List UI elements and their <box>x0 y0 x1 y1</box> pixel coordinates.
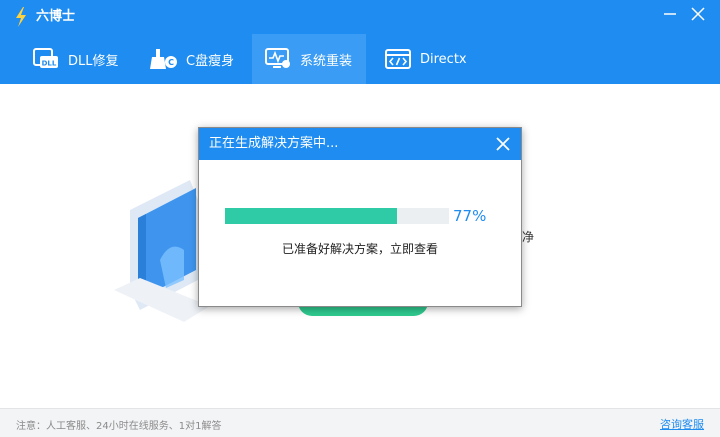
background-partial-text: 净 <box>522 230 535 244</box>
tab-label: DLL修复 <box>68 53 119 69</box>
dialog-title: 正在生成解决方案中... <box>209 136 339 151</box>
status-text: 已准备好解决方案，立即查看 <box>281 242 438 256</box>
svg-text:DLL: DLL <box>42 60 57 68</box>
footer-bar: 注意：人工客服、24小时在线服务、1对1解答 咨询客服 <box>0 408 720 437</box>
svg-text:C: C <box>168 58 174 67</box>
dll-icon: DLL <box>33 48 58 68</box>
progress-dialog: 正在生成解决方案中... 77% 已准备好解决方案，立即查看 <box>198 127 522 307</box>
consult-service-link[interactable]: 咨询客服 <box>660 416 704 432</box>
tab-dll-repair[interactable]: DLL DLL修复 <box>30 34 140 84</box>
minimize-icon[interactable] <box>660 4 680 24</box>
progress-bar <box>225 208 449 224</box>
tab-label: C盘瘦身 <box>186 53 235 69</box>
main-tabs: DLL DLL修复 C C盘瘦身 系统重装 Directx <box>0 34 720 84</box>
tab-c-drive-cleanup[interactable]: C C盘瘦身 <box>146 34 252 84</box>
app-title: 六博士 <box>36 9 76 24</box>
directx-icon <box>385 49 411 69</box>
tab-system-reinstall[interactable]: 系统重装 <box>252 34 366 84</box>
dialog-header: 正在生成解决方案中... <box>199 128 521 160</box>
lightning-logo-icon <box>16 7 26 27</box>
tab-directx[interactable]: Directx <box>380 34 480 84</box>
app-header: 六博士 DLL DLL修复 C C盘瘦身 系统重装 Directx <box>0 0 720 84</box>
tab-label: Directx <box>420 51 467 67</box>
close-window-icon[interactable] <box>688 4 708 24</box>
progress-percent: 77% <box>453 207 487 225</box>
broom-icon: C <box>150 49 177 69</box>
monitor-icon <box>265 48 290 68</box>
progress-bar-fill <box>225 208 398 224</box>
close-icon[interactable] <box>493 134 513 154</box>
service-note: 注意：人工客服、24小时在线服务、1对1解答 <box>16 421 222 432</box>
tab-label: 系统重装 <box>300 53 353 69</box>
